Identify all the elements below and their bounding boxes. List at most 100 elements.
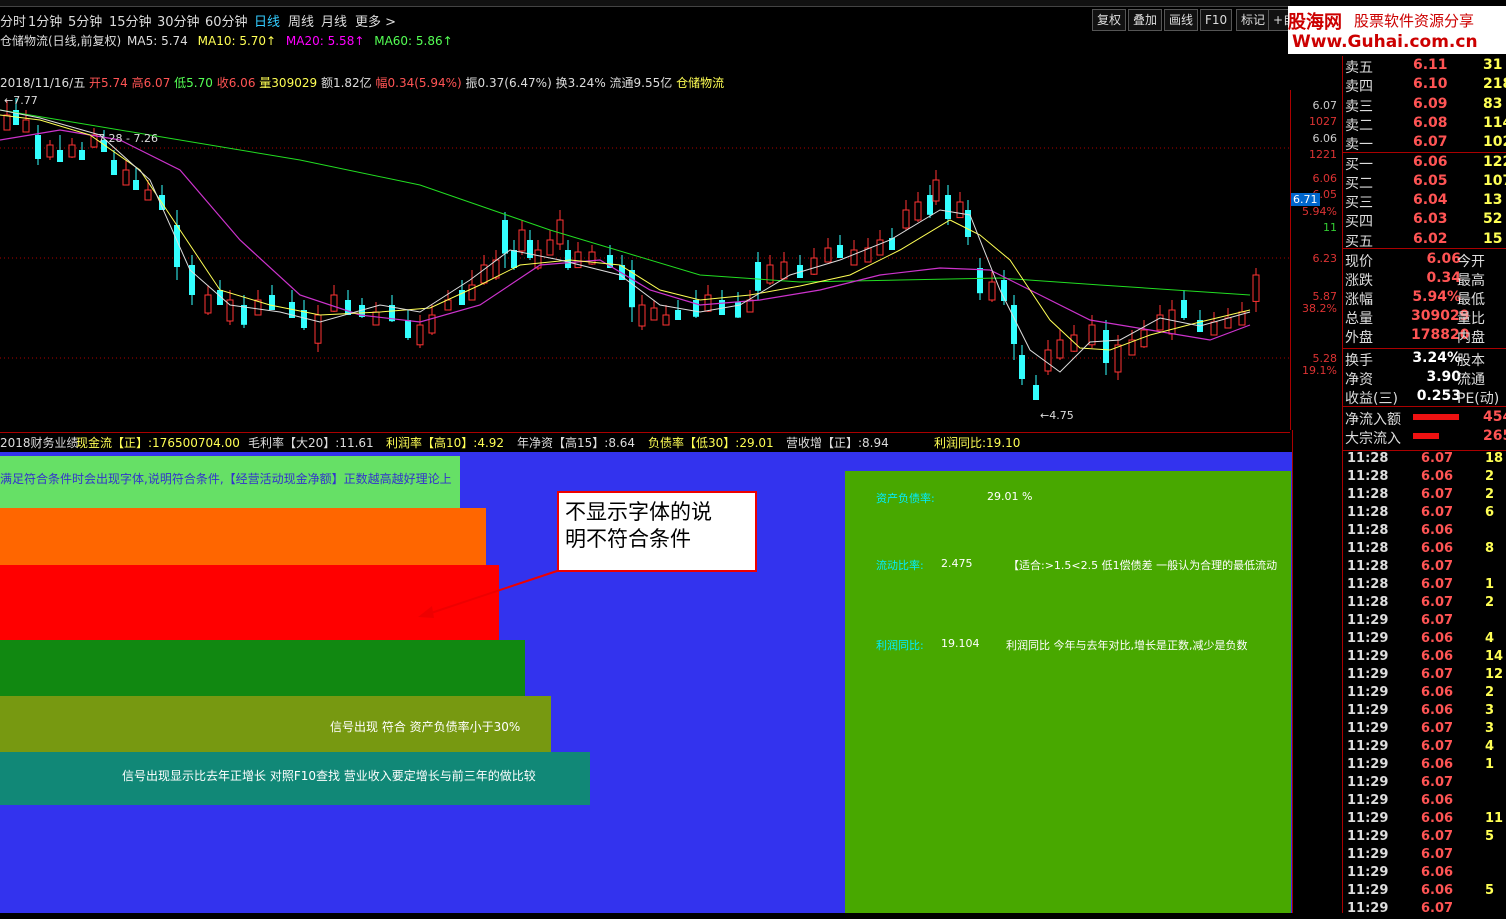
orderbook-label: 买二 — [1345, 175, 1373, 192]
tick-time: 11:29 — [1347, 703, 1389, 718]
tab-fenshi[interactable]: 分时 — [0, 11, 26, 30]
tick-time: 11:29 — [1347, 901, 1389, 916]
tick-row: 11:29 6.06 1 — [1343, 757, 1506, 775]
info-open: 开5.74 — [89, 76, 128, 90]
ratio-yoy-value: 19.104 — [941, 637, 980, 650]
candle-body — [1181, 300, 1187, 318]
tick-row: 11:29 6.07 — [1343, 613, 1506, 631]
orderbook-volume: 13 — [1483, 192, 1503, 209]
stat-row: 换手 3.24% 股本 — [1343, 350, 1506, 369]
mid-label: 7.28 - 7.26 — [98, 132, 158, 145]
stat-label-2: PE(动) — [1457, 391, 1500, 407]
tick-price: 6.07 — [1421, 559, 1454, 574]
band-teal: 信号出现显示比去年正增长 对照F10查找 营业收入要定增长与前三年的做比较 — [0, 752, 590, 805]
band-cashflow-text: 满足符合条件时会出现字体,说明符合条件,【经营活动现金净额】正数越高越好理论上 — [0, 472, 452, 486]
candle-body — [511, 250, 517, 268]
candle-body — [565, 250, 571, 268]
candle-body — [144, 189, 152, 201]
tick-row: 11:28 6.07 6 — [1343, 505, 1506, 523]
candlestick-chart[interactable]: ←7.77 7.28 - 7.26 ←4.75 — [0, 90, 1290, 430]
orderbook-price: 6.09 — [1413, 95, 1448, 112]
candle-body — [405, 320, 411, 338]
tab-30min[interactable]: 30分钟 — [157, 11, 200, 30]
tick-price: 6.06 — [1421, 469, 1454, 484]
tick-row: 11:28 6.06 2 — [1343, 469, 1506, 487]
tick-time: 11:28 — [1347, 469, 1389, 484]
candle-body — [204, 294, 212, 314]
tick-volume: 3 — [1485, 721, 1495, 736]
orderbook-label: 买一 — [1345, 156, 1373, 173]
fin-debt-ratio: 负债率【低30】:29.01 — [648, 436, 774, 450]
stat-label-2: 最高 — [1457, 273, 1485, 289]
orderbook-price: 6.03 — [1413, 211, 1448, 228]
band-orange — [0, 508, 486, 565]
mark-button[interactable]: 标记 — [1236, 9, 1271, 31]
tab-more[interactable]: 更多 > — [355, 11, 396, 30]
tab-60min[interactable]: 60分钟 — [205, 11, 248, 30]
orderbook-row[interactable]: 卖一6.07102 — [1343, 134, 1506, 153]
candle-body — [345, 300, 351, 315]
orderbook-label: 买四 — [1345, 214, 1373, 231]
tab-monthly[interactable]: 月线 — [321, 11, 347, 30]
stat-row: 外盘 178820 内盘 — [1343, 327, 1506, 346]
orderbook-row[interactable]: 买三 6.04 13 — [1343, 192, 1506, 211]
tab-1min[interactable]: 1分钟 — [28, 11, 62, 30]
candle-body — [111, 160, 117, 175]
tab-daily[interactable]: 日线 — [254, 11, 280, 30]
tick-time: 11:29 — [1347, 865, 1389, 880]
orderbook-volume: 102 — [1483, 134, 1506, 151]
candle-body — [57, 150, 63, 162]
candle-body — [956, 201, 964, 219]
tick-row: 11:29 6.06 4 — [1343, 631, 1506, 649]
tick-row: 11:29 6.07 — [1343, 775, 1506, 793]
tick-volume: 2 — [1485, 469, 1495, 484]
candle-body — [122, 169, 130, 186]
fin-net-assets: 年净资【高15】:8.64 — [517, 436, 636, 450]
tick-time: 11:29 — [1347, 739, 1389, 754]
orderbook-row[interactable]: 卖二 6.08 114 — [1343, 115, 1506, 134]
stat-label: 换手 — [1345, 353, 1373, 369]
f10-button[interactable]: F10 — [1200, 9, 1233, 31]
info-vol: 量309029 — [259, 76, 318, 90]
orderbook-row[interactable]: 买二 6.05 107 — [1343, 173, 1506, 192]
stat-row: 总量 309029 量比 — [1343, 308, 1506, 327]
stat-label-2: 最低 — [1457, 292, 1485, 308]
orderbook-row[interactable]: 卖五 6.11 31 — [1343, 57, 1506, 76]
tab-15min[interactable]: 15分钟 — [109, 11, 152, 30]
overlay-button[interactable]: 叠加 — [1128, 9, 1163, 31]
tick-time: 11:28 — [1347, 505, 1389, 520]
flow-bar — [1413, 433, 1439, 439]
flow-value: 454 — [1483, 409, 1506, 425]
stat-label-2: 内盘 — [1457, 330, 1485, 346]
candle-body — [927, 195, 933, 215]
orderbook-row[interactable]: 买五 6.02 15 — [1343, 231, 1506, 250]
tick-time: 11:29 — [1347, 847, 1389, 862]
tick-price: 6.06 — [1421, 757, 1454, 772]
stat-row: 收益(三) 0.253 PE(动) — [1343, 388, 1506, 407]
orderbook-row[interactable]: 卖四 6.10 218 — [1343, 76, 1506, 95]
tick-volume: 3 — [1485, 703, 1495, 718]
tab-weekly[interactable]: 周线 — [288, 11, 314, 30]
candle-body — [780, 261, 788, 280]
tick-time: 11:28 — [1347, 541, 1389, 556]
draw-line-button[interactable]: 画线 — [1164, 9, 1199, 31]
candle-body — [1070, 334, 1078, 352]
candle-body — [416, 324, 424, 346]
tick-row: 11:29 6.07 3 — [1343, 721, 1506, 739]
candle-body — [241, 305, 247, 325]
tick-row: 11:28 6.07 — [1343, 559, 1506, 577]
candle-body — [837, 245, 843, 258]
tick-time: 11:28 — [1347, 595, 1389, 610]
orderbook-row[interactable]: 买四 6.03 52 — [1343, 211, 1506, 230]
tab-5min[interactable]: 5分钟 — [68, 11, 102, 30]
top-menu-strip — [0, 0, 1290, 7]
orderbook-row[interactable]: 买一 6.06 122 — [1343, 154, 1506, 173]
orderbook-row[interactable]: 卖三 6.09 83 — [1343, 96, 1506, 115]
candle-body — [704, 294, 712, 312]
candle-body — [932, 179, 940, 202]
candle-body — [977, 268, 983, 294]
candle-body — [46, 144, 54, 158]
stat-row: 涨幅 5.94% 最低 — [1343, 289, 1506, 308]
fuquan-button[interactable]: 复权 — [1092, 9, 1127, 31]
tick-row: 11:29 6.07 5 — [1343, 829, 1506, 847]
